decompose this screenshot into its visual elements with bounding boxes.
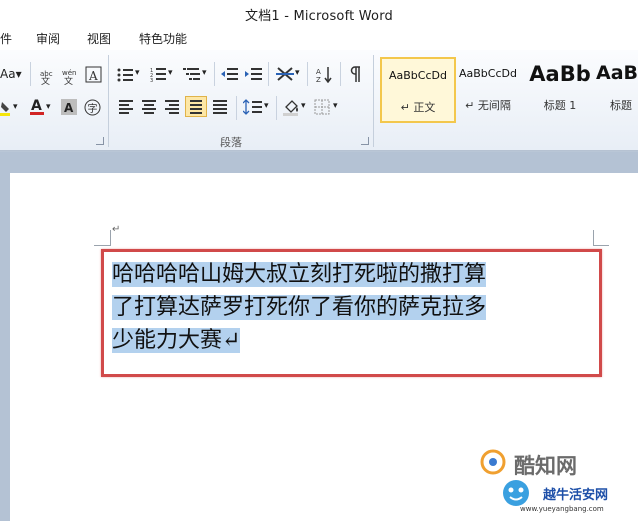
character-border-icon[interactable]: A [85, 66, 103, 87]
chevron-down-icon[interactable]: ▾ [135, 68, 140, 78]
toolbar-separator [30, 62, 31, 86]
font-color-icon[interactable]: A [29, 97, 45, 120]
watermark-brand: 酷知网 [514, 454, 577, 478]
svg-text:A: A [316, 68, 321, 76]
increase-indent-icon[interactable] [245, 67, 262, 85]
sort-icon[interactable]: AZ [316, 66, 334, 86]
font-dialog-launcher-icon[interactable] [96, 137, 104, 145]
show-formatting-marks-icon[interactable] [350, 66, 362, 86]
chevron-down-icon[interactable]: ▾ [13, 102, 18, 112]
style-label: 标题 [610, 99, 632, 112]
toolbar-separator [268, 62, 269, 86]
multilevel-list-icon[interactable] [183, 67, 201, 85]
style-label: 标题 1 [543, 99, 577, 112]
line-spacing-icon[interactable] [242, 99, 263, 118]
toolbar-separator [236, 96, 237, 120]
style-label: ↵ 无间隔 [465, 99, 511, 112]
group-divider [108, 55, 109, 147]
margin-mark [593, 230, 594, 246]
toolbar-separator [214, 62, 215, 86]
character-shading-icon[interactable]: A [61, 99, 77, 118]
style-preview: AaB [596, 62, 638, 84]
chevron-down-icon[interactable]: ▾ [301, 101, 306, 111]
align-center-button[interactable] [140, 99, 158, 115]
toolbar-separator [340, 62, 341, 86]
chevron-down-icon: ▾ [15, 67, 22, 81]
svg-text:3: 3 [150, 78, 153, 82]
watermark-url: www.yueyangbang.com [520, 505, 604, 513]
toolbar-separator [276, 96, 277, 120]
svg-text:A: A [64, 101, 74, 115]
style-preview: AaBbCcDd [459, 67, 517, 80]
align-right-button[interactable] [163, 99, 181, 115]
margin-mark [110, 230, 111, 246]
chevron-down-icon[interactable]: ▾ [46, 102, 51, 112]
highlight-color-icon[interactable] [0, 99, 12, 120]
enclosed-character-icon[interactable]: 字 [84, 99, 101, 119]
svg-text:wén: wén [62, 69, 76, 77]
style-no-spacing[interactable]: AaBbCcDd ↵ 无间隔 [452, 57, 524, 119]
chevron-down-icon[interactable]: ▾ [295, 68, 300, 78]
decrease-indent-icon[interactable] [221, 67, 238, 85]
paragraph-group-label: 段落 [220, 136, 242, 149]
watermark-site: 越牛活安网 [543, 488, 609, 503]
svg-text:A: A [88, 69, 98, 83]
margin-mark [94, 245, 110, 246]
toolbar-separator [307, 62, 308, 86]
tab-file[interactable]: 件 [0, 30, 12, 47]
title-bar: 文档1 - Microsoft Word [0, 0, 638, 26]
window-title: 文档1 - Microsoft Word [245, 9, 393, 24]
chevron-down-icon[interactable]: ▾ [333, 101, 338, 111]
ribbon-tabs: 件 审阅 视图 特色功能 [0, 26, 638, 50]
chinese-layout-icon[interactable] [276, 66, 294, 85]
chevron-down-icon[interactable]: ▾ [264, 101, 269, 111]
borders-icon[interactable] [314, 99, 330, 118]
change-case-button[interactable]: Aa▾ [0, 67, 22, 81]
enclose-character-icon[interactable]: wén 文 [61, 66, 81, 89]
svg-text:Z: Z [316, 76, 321, 83]
paragraph-dialog-launcher-icon[interactable] [361, 137, 369, 145]
group-divider [373, 55, 374, 147]
bullets-icon[interactable] [117, 68, 133, 85]
style-label: ↵ 正文 [400, 101, 436, 114]
svg-text:文: 文 [64, 75, 73, 86]
distributed-align-button[interactable] [211, 99, 229, 115]
chevron-down-icon[interactable]: ▾ [202, 68, 207, 78]
margin-mark [593, 245, 609, 246]
tab-features[interactable]: 特色功能 [139, 30, 187, 47]
tab-view[interactable]: 视图 [87, 30, 111, 47]
annotation-highlight-box [101, 249, 602, 377]
style-preview: AaBb [529, 62, 591, 86]
style-heading-1[interactable]: AaBb 标题 1 [524, 57, 596, 119]
style-normal[interactable]: AaBbCcDd ↵ 正文 [380, 57, 456, 123]
align-left-button[interactable] [117, 99, 135, 115]
shading-icon[interactable] [282, 98, 300, 119]
watermark-logo-icon [478, 449, 508, 479]
phonetic-guide-icon[interactable]: abc 文 [38, 66, 58, 89]
svg-text:文: 文 [41, 75, 50, 86]
change-case-label: Aa [0, 67, 16, 81]
style-title[interactable]: AaB 标题 [590, 57, 638, 119]
chevron-down-icon[interactable]: ▾ [168, 68, 173, 78]
style-preview: AaBbCcDd [389, 69, 447, 82]
svg-text:A: A [31, 98, 42, 114]
justify-button[interactable] [185, 96, 207, 117]
tab-review[interactable]: 审阅 [36, 30, 60, 47]
svg-text:字: 字 [88, 102, 98, 115]
empty-paragraph-mark: ↵ [112, 224, 121, 235]
numbering-icon[interactable]: 123 [150, 67, 166, 85]
